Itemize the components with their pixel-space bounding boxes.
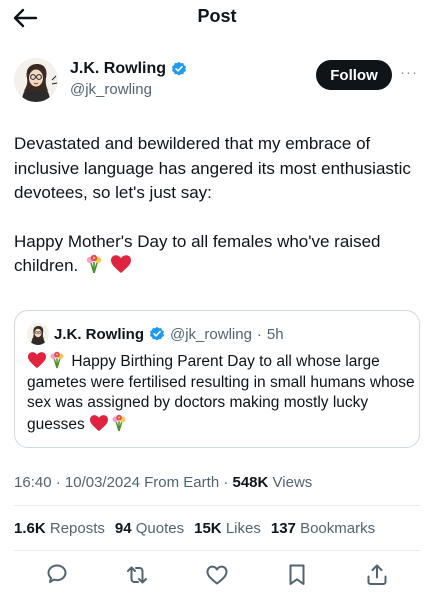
tweet-text: Devastated and bewildered that my embrac… [14, 132, 420, 279]
author-name-text[interactable]: J.K. Rowling [70, 60, 166, 78]
quoted-author-handle: @jk_rowling [170, 325, 252, 343]
separator-dot: · [256, 325, 262, 343]
bouquet-emoji-icon [112, 414, 126, 431]
divider [14, 550, 420, 551]
verified-badge-icon [150, 326, 164, 341]
bookmarks-stat[interactable]: 137 Bookmarks [271, 520, 375, 537]
avatar-illustration [14, 58, 58, 102]
author-handle[interactable]: @jk_rowling [70, 81, 152, 98]
avatar-illustration [27, 323, 49, 345]
likes-label: Likes [225, 520, 261, 537]
avatar[interactable] [14, 58, 58, 102]
follow-button[interactable]: Follow [316, 60, 392, 90]
share-icon[interactable] [364, 562, 390, 588]
bouquet-emoji-icon [50, 351, 64, 369]
page-title: Post [197, 6, 237, 26]
heart-icon[interactable] [204, 562, 230, 588]
post-source: From Earth [144, 474, 220, 491]
bookmarks-label: Bookmarks [300, 520, 376, 537]
divider [14, 505, 420, 506]
action-bar [0, 562, 434, 592]
separator-dot: · [223, 474, 229, 491]
tweet-paragraph: Happy Mother's Day to all females who've… [14, 230, 420, 279]
quoted-avatar [27, 323, 49, 345]
reposts-count: 1.6K [14, 520, 46, 537]
reposts-stat[interactable]: 1.6K Reposts [14, 520, 105, 537]
quotes-label: Quotes [135, 520, 185, 537]
top-bar: Post [0, 0, 434, 36]
likes-stat[interactable]: 15K Likes [194, 520, 261, 537]
repost-icon[interactable] [124, 562, 150, 588]
verified-badge-icon [172, 61, 186, 76]
reposts-label: Reposts [49, 520, 105, 537]
author-row: J.K. Rowling @jk_rowling Follow ··· [14, 56, 420, 106]
reply-icon[interactable] [44, 562, 70, 588]
red-heart-emoji-icon [90, 414, 109, 431]
quoted-tweet-header: J.K. Rowling @jk_rowling · 5h [27, 323, 284, 345]
post-meta: 16:40 · 10/03/2024 From Earth · 548K Vie… [14, 474, 312, 491]
quotes-stat[interactable]: 94 Quotes [115, 520, 184, 537]
likes-count: 15K [194, 520, 222, 537]
separator-dot: · [55, 474, 61, 491]
red-heart-emoji-icon [28, 352, 46, 369]
quotes-count: 94 [114, 520, 132, 537]
views-label: Views [272, 474, 313, 491]
tweet-paragraph-text: Happy Mother's Day to all females who've… [14, 231, 381, 276]
bookmark-icon[interactable] [284, 562, 310, 588]
bouquet-emoji-icon [86, 254, 102, 274]
quoted-tweet-text: Happy Birthing Parent Day to all whose l… [27, 351, 417, 435]
quoted-timestamp: 5h [266, 325, 284, 343]
post-date: 10/03/2024 [64, 474, 140, 491]
more-options-icon[interactable]: ··· [400, 64, 418, 81]
quoted-tweet[interactable]: J.K. Rowling @jk_rowling · 5h Happy Birthi… [14, 310, 420, 448]
views-count: 548K [232, 474, 269, 491]
quoted-tweet-body: Happy Birthing Parent Day to all whose l… [27, 353, 415, 433]
red-heart-emoji-icon [110, 255, 131, 273]
bookmarks-count: 137 [270, 520, 296, 537]
tweet-paragraph: Devastated and bewildered that my embrac… [14, 134, 411, 202]
engagement-stats: 1.6K Reposts 94 Quotes 15K Likes 137 Boo… [14, 520, 375, 537]
post-time: 16:40 [14, 474, 52, 491]
quoted-author-name: J.K. Rowling [54, 325, 144, 343]
author-name[interactable]: J.K. Rowling [70, 60, 187, 78]
